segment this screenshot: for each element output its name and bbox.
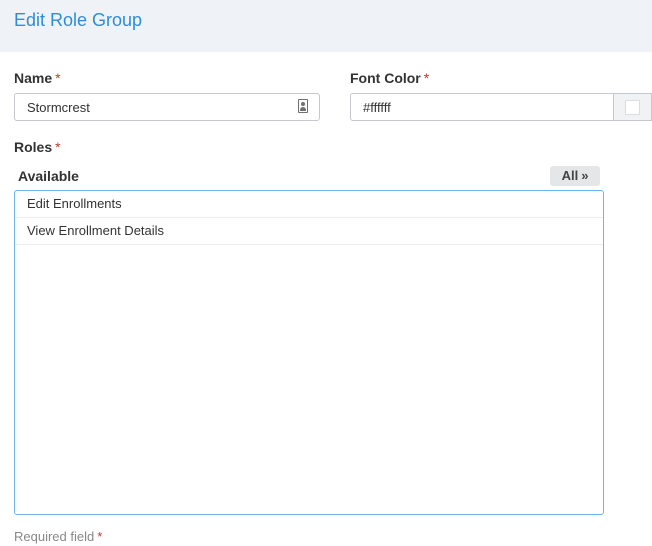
- page-header: Edit Role Group: [0, 0, 652, 52]
- color-picker-button[interactable]: [613, 93, 652, 121]
- contact-card-icon[interactable]: [298, 99, 308, 113]
- color-swatch: [625, 100, 640, 115]
- name-label-text: Name: [14, 70, 53, 86]
- roles-label-text: Roles: [14, 139, 53, 155]
- available-label: Available: [18, 168, 79, 184]
- font-color-label: Font Color *: [350, 70, 429, 86]
- required-mark: *: [55, 70, 61, 86]
- required-note-text: Required field: [14, 529, 95, 544]
- font-color-label-text: Font Color: [350, 70, 421, 86]
- name-input[interactable]: [14, 93, 320, 121]
- required-mark: *: [55, 139, 61, 155]
- page-title: Edit Role Group: [14, 10, 143, 30]
- all-button-label: All: [561, 168, 579, 183]
- available-roles-list[interactable]: Edit Enrollments View Enrollment Details: [14, 190, 604, 515]
- required-field-note: Required field *: [14, 529, 102, 544]
- list-item[interactable]: View Enrollment Details: [15, 218, 603, 245]
- name-label: Name *: [14, 70, 61, 86]
- roles-label: Roles *: [14, 139, 61, 155]
- required-mark: *: [97, 529, 103, 544]
- font-color-input[interactable]: [350, 93, 614, 121]
- list-item[interactable]: Edit Enrollments: [15, 191, 603, 218]
- required-mark: *: [423, 70, 430, 86]
- double-chevron-right-icon: »: [581, 168, 589, 183]
- add-all-button[interactable]: All»: [550, 166, 600, 186]
